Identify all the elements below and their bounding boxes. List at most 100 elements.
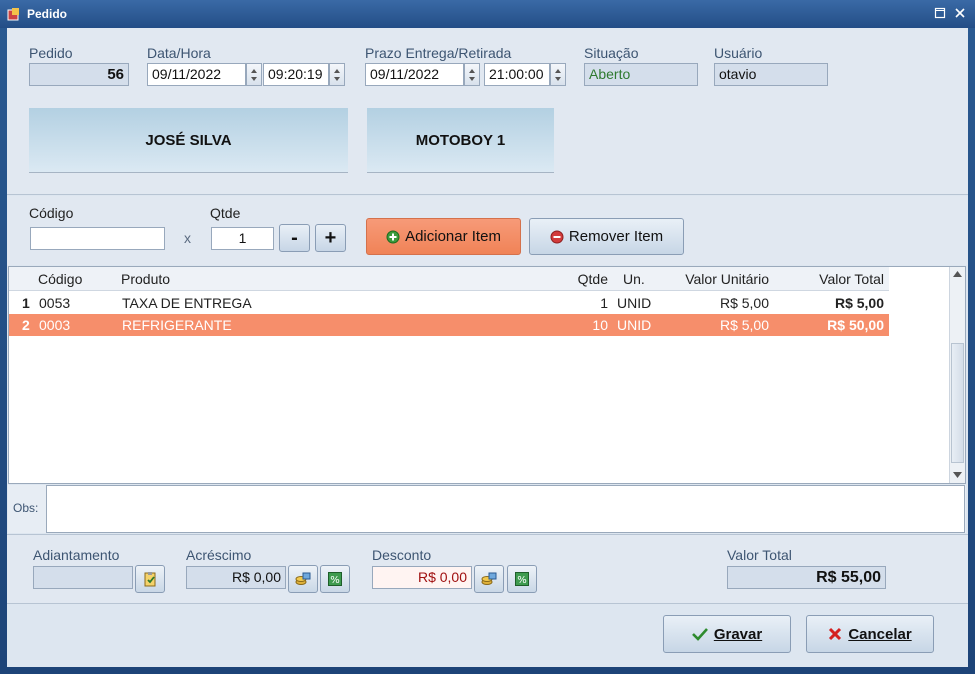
row-un: UNID [617, 295, 652, 311]
order-date-field[interactable]: 09/11/2022 [147, 63, 246, 86]
row-valor-total: R$ 50,00 [827, 317, 884, 333]
discount-money-button[interactable] [474, 565, 504, 593]
row-number: 2 [22, 317, 30, 333]
delivery-time-spinner[interactable] [550, 63, 566, 86]
clipboard-icon [144, 572, 156, 587]
desconto-label: Desconto [372, 547, 432, 563]
codigo-label: Código [29, 205, 74, 221]
row-produto: REFRIGERANTE [122, 317, 232, 333]
delivery-time-field[interactable]: 21:00:00 [484, 63, 550, 86]
scroll-up-icon[interactable] [953, 271, 962, 277]
title-bar: Pedido [0, 0, 975, 28]
increase-quantity-button[interactable]: + [315, 224, 346, 252]
delivery-date-field[interactable]: 09/11/2022 [365, 63, 464, 86]
remove-item-button[interactable]: Remover Item [529, 218, 684, 255]
surcharge-percent-button[interactable]: % [320, 565, 350, 593]
product-code-input[interactable] [30, 227, 165, 250]
footer-panel: Gravar Cancelar [7, 605, 968, 667]
delivery-date-spinner[interactable] [464, 63, 480, 86]
cancel-x-icon [829, 627, 842, 641]
quantity-input[interactable]: 1 [211, 227, 274, 250]
column-header-produto[interactable]: Produto [118, 268, 418, 290]
app-icon [7, 8, 19, 21]
row-valor-unitario: R$ 5,00 [719, 317, 769, 333]
prazo-label: Prazo Entrega/Retirada [365, 45, 512, 61]
order-time-spinner[interactable] [329, 63, 345, 86]
obs-label: Obs: [13, 501, 39, 515]
money-icon [481, 572, 497, 585]
close-icon[interactable] [951, 5, 969, 23]
client-area: Pedido 56 Data/Hora 09/11/2022 09:20:19 … [7, 28, 968, 667]
window-title: Pedido [27, 7, 68, 21]
qtde-label: Qtde [210, 205, 241, 221]
usuario-label: Usuário [714, 45, 763, 61]
add-item-button[interactable]: Adicionar Item [366, 218, 521, 255]
scrollbar-thumb[interactable] [951, 343, 964, 463]
table-row[interactable]: 1 0053 TAXA DE ENTREGA 1 UNID R$ 5,00 R$… [9, 292, 889, 314]
spin-up-icon [251, 69, 257, 73]
advance-payment-button[interactable] [135, 565, 165, 593]
row-un: UNID [617, 317, 652, 333]
decrease-quantity-button[interactable]: - [279, 224, 310, 252]
advance-payment-field [33, 566, 133, 589]
remove-icon [550, 230, 564, 243]
column-header-valor-total[interactable]: Valor Total [773, 268, 887, 290]
order-date-spinner[interactable] [246, 63, 262, 86]
status-field: Aberto [584, 63, 698, 86]
grid-header: Código Produto Qtde Un. Valor Unitário V… [9, 267, 889, 291]
customer-button[interactable]: JOSÉ SILVA [29, 108, 348, 173]
add-item-label: Adicionar Item [405, 228, 501, 245]
spin-down-icon [334, 77, 340, 81]
row-qtde: 10 [592, 317, 608, 333]
column-header-codigo[interactable]: Código [35, 268, 115, 290]
spin-up-icon [469, 69, 475, 73]
percent-icon: % [328, 572, 342, 586]
svg-text:%: % [517, 575, 527, 586]
cancel-button[interactable]: Cancelar [806, 615, 934, 653]
remove-item-label: Remover Item [568, 228, 664, 245]
user-field: otavio [714, 63, 828, 86]
courier-button[interactable]: MOTOBOY 1 [367, 108, 554, 173]
spin-down-icon [251, 77, 257, 81]
pedido-number-field: 56 [29, 63, 129, 86]
times-label: x [184, 230, 191, 246]
save-button[interactable]: Gravar [663, 615, 791, 653]
row-codigo: 0053 [39, 295, 71, 311]
row-codigo: 0003 [39, 317, 71, 333]
discount-percent-button[interactable]: % [507, 565, 537, 593]
spin-down-icon [469, 77, 475, 81]
cancel-label: Cancelar [848, 625, 912, 643]
money-icon [295, 572, 311, 585]
spin-up-icon [334, 69, 340, 73]
acrescimo-label: Acréscimo [186, 547, 252, 563]
adiantamento-label: Adiantamento [33, 547, 120, 563]
obs-panel: Obs: [8, 485, 966, 533]
grand-total-field: R$ 55,00 [727, 566, 886, 589]
column-header-valor-unitario[interactable]: Valor Unitário [657, 268, 772, 290]
add-icon [386, 230, 400, 243]
items-grid[interactable]: Código Produto Qtde Un. Valor Unitário V… [8, 266, 966, 484]
grid-scrollbar[interactable] [949, 267, 965, 483]
discount-field[interactable]: R$ 0,00 [372, 566, 472, 589]
column-header-un[interactable]: Un. [620, 268, 660, 290]
svg-text:%: % [330, 575, 340, 586]
valor-total-label: Valor Total [727, 547, 792, 563]
save-label: Gravar [713, 625, 763, 643]
obs-textarea[interactable] [46, 485, 965, 533]
row-number: 1 [22, 295, 30, 311]
surcharge-field: R$ 0,00 [186, 566, 286, 589]
item-entry-panel: Código x Qtde 1 - + Adicionar Item Remov… [7, 196, 968, 265]
situacao-label: Situação [584, 45, 639, 61]
row-valor-unitario: R$ 5,00 [719, 295, 769, 311]
totals-panel: Adiantamento Acréscimo R$ 0,00 % Descont… [7, 534, 968, 604]
surcharge-money-button[interactable] [288, 565, 318, 593]
maximize-icon[interactable] [931, 5, 949, 23]
row-valor-total: R$ 5,00 [834, 295, 884, 311]
scroll-down-icon[interactable] [953, 472, 962, 478]
datahora-label: Data/Hora [147, 45, 211, 61]
table-row[interactable]: 2 0003 REFRIGERANTE 10 UNID R$ 5,00 R$ 5… [9, 314, 889, 336]
column-header-qtde[interactable]: Qtde [571, 268, 611, 290]
pedido-window: Pedido Pedido 56 Data/Hora 09/11/2022 09… [0, 0, 975, 674]
order-time-field[interactable]: 09:20:19 [263, 63, 329, 86]
checkmark-icon [691, 628, 708, 641]
